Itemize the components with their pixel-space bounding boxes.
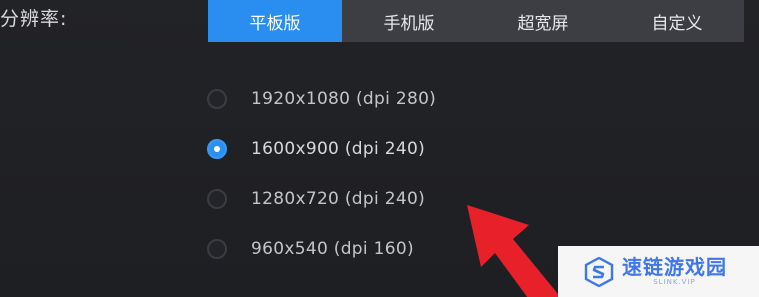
- watermark: 速链游戏园 SLINK.VIP: [558, 246, 759, 297]
- resolution-option-label: 960x540 (dpi 160): [251, 239, 414, 259]
- tab-custom[interactable]: 自定义: [610, 0, 744, 42]
- watermark-text: 速链游戏园 SLINK.VIP: [622, 256, 727, 287]
- resolution-option-1280x720[interactable]: 1280x720 (dpi 240): [207, 174, 436, 224]
- tab-tablet[interactable]: 平板版: [208, 0, 342, 42]
- resolution-option-1600x900[interactable]: 1600x900 (dpi 240): [207, 124, 436, 174]
- resolution-option-label: 1280x720 (dpi 240): [251, 189, 425, 209]
- watermark-subtitle: SLINK.VIP: [653, 278, 696, 286]
- resolution-option-label: 1600x900 (dpi 240): [251, 139, 425, 159]
- radio-button-checked[interactable]: [207, 139, 227, 159]
- resolution-option-label: 1920x1080 (dpi 280): [251, 89, 437, 109]
- radio-button[interactable]: [207, 189, 227, 209]
- radio-button[interactable]: [207, 239, 227, 259]
- tab-ultrawide[interactable]: 超宽屏: [476, 0, 610, 42]
- settings-panel: 分辨率: 平板版 手机版 超宽屏 自定义 1920x1080 (dpi 280)…: [0, 0, 759, 297]
- tab-phone[interactable]: 手机版: [342, 0, 476, 42]
- resolution-option-1920x1080[interactable]: 1920x1080 (dpi 280): [207, 74, 436, 124]
- radio-button[interactable]: [207, 89, 227, 109]
- watermark-title: 速链游戏园: [622, 255, 727, 279]
- resolution-options: 1920x1080 (dpi 280) 1600x900 (dpi 240) 1…: [207, 74, 436, 274]
- resolution-label: 分辨率:: [0, 8, 68, 30]
- slink-logo-icon: [584, 256, 614, 287]
- resolution-option-960x540[interactable]: 960x540 (dpi 160): [207, 224, 436, 274]
- resolution-mode-tabs: 平板版 手机版 超宽屏 自定义: [208, 0, 744, 42]
